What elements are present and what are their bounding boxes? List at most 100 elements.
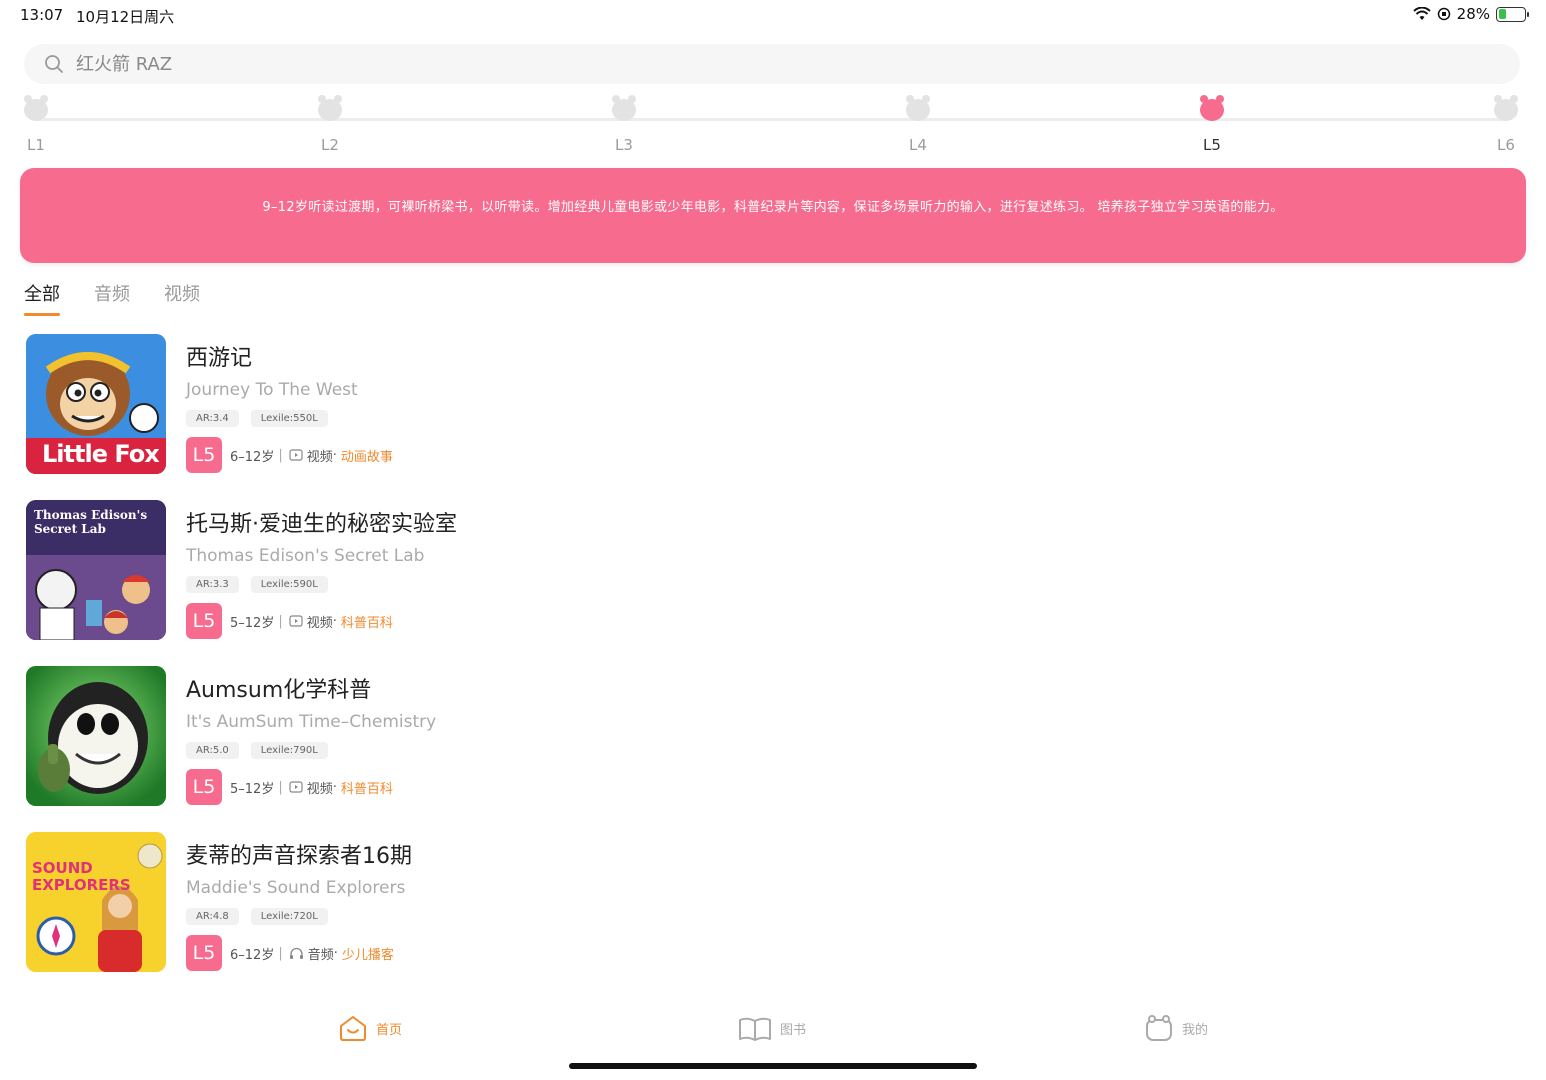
item-title: 西游记 xyxy=(186,346,253,371)
age-range: 6–12岁 xyxy=(230,449,275,465)
item-badges: AR:3.4 Lexile:550L xyxy=(186,410,393,427)
level-badge: L5 xyxy=(186,935,222,971)
item-info: Aumsum化学科普 It's AumSum Time–Chemistry AR… xyxy=(186,672,436,805)
item-meta: L5 6–12岁 | 视频 · 动画故事 xyxy=(186,437,393,473)
mascot-icon xyxy=(906,95,930,121)
mascot-icon xyxy=(1200,95,1224,121)
tab-audio[interactable]: 音频 xyxy=(94,280,130,316)
lexile-badge: Lexile:590L xyxy=(250,576,328,593)
nav-mine[interactable]: 我的 xyxy=(1144,1014,1208,1042)
ar-badge: AR:4.8 xyxy=(186,908,239,925)
nav-home[interactable]: 首页 xyxy=(338,1014,402,1042)
item-info: 托马斯·爱迪生的秘密实验室 Thomas Edison's Secret Lab… xyxy=(186,506,457,639)
item-subtitle: It's AumSum Time–Chemistry xyxy=(186,712,437,732)
item-subtitle: Maddie's Sound Explorers xyxy=(186,878,406,898)
filter-tabs: 全部 音频 视频 xyxy=(24,280,200,316)
list-item[interactable]: Aumsum化学科普 It's AumSum Time–Chemistry AR… xyxy=(26,666,1526,832)
cover-image: SOUND EXPLORERS xyxy=(26,832,166,972)
headphones-icon xyxy=(289,947,303,959)
mascot-icon xyxy=(318,95,342,121)
dot-separator: · xyxy=(332,779,337,795)
search-bar[interactable] xyxy=(24,44,1520,84)
thumb-brand-text: Thomas Edison's Secret Lab xyxy=(34,508,148,536)
category-label: 少儿播客 xyxy=(341,947,394,963)
dot-separator: · xyxy=(332,613,337,629)
media-type: 视频 xyxy=(306,615,333,631)
item-title: Aumsum化学科普 xyxy=(186,678,372,703)
level-badge: L5 xyxy=(186,769,222,805)
banner-text: 9–12岁听读过渡期，可裸听桥梁书，以听带读。增加经典儿童电影或少年电影，科普纪… xyxy=(262,200,1284,215)
search-input[interactable] xyxy=(76,53,676,75)
item-subtitle: Journey To The West xyxy=(186,380,358,400)
lexile-badge: Lexile:550L xyxy=(250,410,328,427)
separator: | xyxy=(278,779,283,795)
level-badge: L5 xyxy=(186,603,222,639)
item-meta: L5 5–12岁 | 视频 · 科普百科 xyxy=(186,603,457,639)
book-icon xyxy=(739,1017,771,1041)
wifi-icon xyxy=(1412,7,1431,20)
level-l4[interactable]: L4 xyxy=(888,92,948,154)
level-selector: L1 L2 L3 L4 L5 L6 xyxy=(0,92,1546,154)
media-type: 音频 xyxy=(307,947,334,963)
item-info: 麦蒂的声音探索者16期 Maddie's Sound Explorers AR:… xyxy=(186,838,412,971)
status-date: 10月12日周六 xyxy=(76,8,175,26)
cover-image: Thomas Edison's Secret Lab xyxy=(26,500,166,640)
lexile-badge: Lexile:720L xyxy=(250,908,328,925)
level-label: L3 xyxy=(615,136,633,154)
status-bar: 13:07 10月12日周六 28% xyxy=(0,0,1546,32)
status-right: 28% xyxy=(1412,5,1529,23)
home-indicator xyxy=(569,1063,977,1069)
content-list: Little Fox 西游记 Journey To The West AR:3.… xyxy=(26,334,1526,998)
list-item[interactable]: Little Fox 西游记 Journey To The West AR:3.… xyxy=(26,334,1526,500)
video-icon xyxy=(289,781,303,793)
item-title: 托马斯·爱迪生的秘密实验室 xyxy=(186,512,457,537)
level-description-banner: 9–12岁听读过渡期，可裸听桥梁书，以听带读。增加经典儿童电影或少年电影，科普纪… xyxy=(20,168,1526,263)
search-icon xyxy=(45,55,63,73)
item-info: 西游记 Journey To The West AR:3.4 Lexile:55… xyxy=(186,340,393,473)
cover-image: Little Fox xyxy=(26,334,166,474)
ar-badge: AR:5.0 xyxy=(186,742,239,759)
item-meta: L5 6–12岁 | 音频 · 少儿播客 xyxy=(186,935,412,971)
dot-separator: · xyxy=(333,945,338,961)
level-l1[interactable]: L1 xyxy=(6,92,66,154)
item-badges: AR:3.3 Lexile:590L xyxy=(186,576,457,593)
level-l5[interactable]: L5 xyxy=(1182,92,1242,154)
cover-image xyxy=(26,666,166,806)
tab-all[interactable]: 全部 xyxy=(24,280,60,316)
thumb-brand-text: SOUND EXPLORERS xyxy=(32,859,131,894)
level-l2[interactable]: L2 xyxy=(300,92,360,154)
ar-badge: AR:3.4 xyxy=(186,410,239,427)
item-badges: AR:4.8 Lexile:720L xyxy=(186,908,412,925)
dot-separator: · xyxy=(332,447,337,463)
item-subtitle: Thomas Edison's Secret Lab xyxy=(186,546,425,566)
item-title: 麦蒂的声音探索者16期 xyxy=(186,844,412,869)
level-l6[interactable]: L6 xyxy=(1476,92,1536,154)
category-label: 科普百科 xyxy=(340,615,393,631)
thumb-brand-text: Little Fox xyxy=(42,440,160,468)
bottom-nav: 首页 图书 我的 xyxy=(0,1010,1546,1054)
age-range: 5–12岁 xyxy=(230,615,275,631)
tab-video[interactable]: 视频 xyxy=(164,280,200,316)
list-item[interactable]: SOUND EXPLORERS 麦蒂的声音探索者16期 Maddie's Sou… xyxy=(26,832,1526,998)
nav-mine-label: 我的 xyxy=(1182,1022,1209,1038)
level-l3[interactable]: L3 xyxy=(594,92,654,154)
video-icon xyxy=(289,615,303,627)
nav-books-label: 图书 xyxy=(780,1022,807,1038)
media-type: 视频 xyxy=(306,449,333,465)
status-time: 13:07 xyxy=(20,6,64,24)
separator: | xyxy=(278,613,283,629)
sound-explorers-cover-art xyxy=(26,832,166,972)
separator: | xyxy=(278,447,283,463)
battery-percent: 28% xyxy=(1456,5,1490,23)
lexile-badge: Lexile:790L xyxy=(250,742,328,759)
level-track xyxy=(36,118,1506,121)
profile-icon xyxy=(1146,1015,1172,1041)
category-label: 科普百科 xyxy=(340,781,393,797)
list-item[interactable]: Thomas Edison's Secret Lab 托马斯·爱迪生的秘密实验室… xyxy=(26,500,1526,666)
age-range: 6–12岁 xyxy=(230,947,275,963)
mascot-icon xyxy=(612,95,636,121)
orientation-lock-icon xyxy=(1437,7,1450,21)
category-label: 动画故事 xyxy=(340,449,393,465)
home-icon xyxy=(340,1016,366,1041)
nav-books[interactable]: 图书 xyxy=(738,1014,806,1042)
